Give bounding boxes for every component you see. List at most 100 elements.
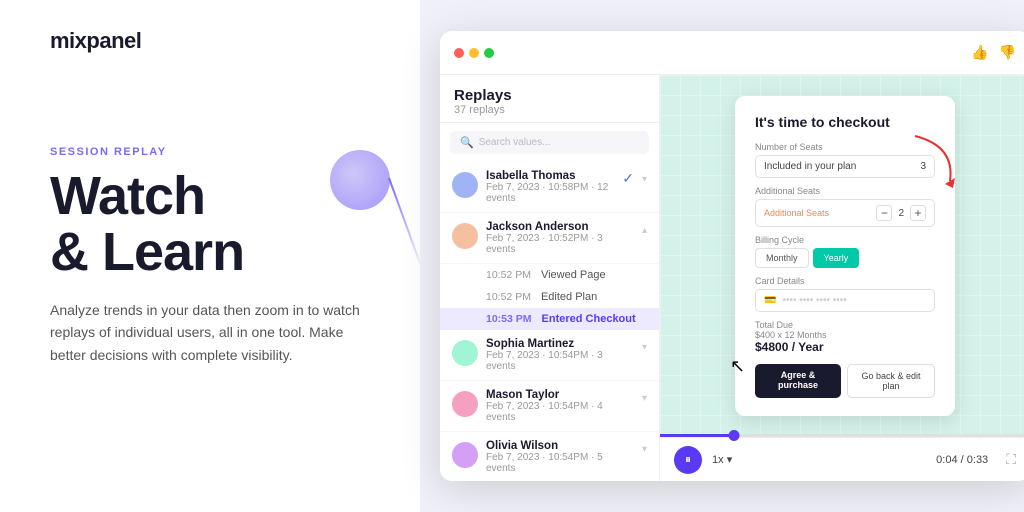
replay-item-mason[interactable]: Mason Taylor Feb 7, 2023 · 10:54PM · 4 e…: [440, 381, 659, 432]
chevron-down-icon: ▾: [642, 174, 647, 185]
replay-name: Mason Taylor: [486, 389, 634, 401]
go-back-button[interactable]: Go back & edit plan: [847, 364, 935, 398]
replay-name: Jackson Anderson: [486, 221, 634, 233]
total-time: 0:33: [967, 454, 988, 466]
replays-sidebar: Replays 37 replays 🔍 Search values... Is…: [440, 75, 660, 481]
hero-description: Analyze trends in your data then zoom in…: [50, 299, 370, 366]
decorative-circle: [330, 150, 390, 210]
decorative-line: [388, 178, 424, 273]
maximize-dot: [484, 48, 494, 58]
checkout-card: It's time to checkout Number of Seats In…: [735, 96, 955, 416]
avatar-isabella: [452, 172, 478, 198]
speed-control[interactable]: 1x ▾: [712, 453, 732, 466]
mockup-body: Replays 37 replays 🔍 Search values... Is…: [440, 75, 1024, 481]
replay-name: Olivia Wilson: [486, 440, 634, 452]
replay-meta: Feb 7, 2023 · 10:58PM · 12 events: [486, 182, 614, 204]
minimize-dot: [469, 48, 479, 58]
chevron-down-icon: ▾: [642, 342, 647, 353]
thumbs-up-icon[interactable]: 👍: [971, 44, 988, 61]
session-label: SESSION REPLAY: [50, 146, 370, 158]
logo: mixpanel: [50, 28, 141, 54]
close-dot: [454, 48, 464, 58]
topbar-icons: 👍 👎: [971, 44, 1016, 61]
replay-info-sophia: Sophia Martinez Feb 7, 2023 · 10:54PM · …: [486, 338, 634, 372]
avatar-mason: [452, 391, 478, 417]
window-controls: [454, 48, 494, 58]
chevron-down-icon: ▾: [642, 393, 647, 404]
total-calculation: $400 x 12 Months: [755, 330, 935, 340]
speed-value: 1x: [712, 454, 724, 466]
billing-monthly[interactable]: Monthly: [755, 248, 809, 268]
card-label: Card Details: [755, 276, 935, 286]
total-section: Total Due $400 x 12 Months $4800 / Year: [755, 320, 935, 354]
replay-item-jackson[interactable]: Jackson Anderson Feb 7, 2023 · 10:52PM ·…: [440, 213, 659, 264]
seats-included: Included in your plan: [764, 161, 856, 172]
replay-meta: Feb 7, 2023 · 10:54PM · 3 events: [486, 350, 634, 372]
current-time: 0:04: [936, 454, 957, 466]
replay-meta: Feb 7, 2023 · 10:54PM · 5 events: [486, 452, 634, 474]
total-price: $4800 / Year: [755, 340, 935, 354]
search-bar[interactable]: 🔍 Search values...: [450, 131, 649, 154]
stepper-value: 2: [898, 208, 904, 219]
check-icon: ✓: [622, 170, 634, 187]
checkout-actions: Agree & purchase Go back & edit plan: [755, 364, 935, 398]
billing-options: Monthly Yearly: [755, 248, 935, 268]
hero-title: Watch & Learn: [50, 168, 370, 281]
fullscreen-button[interactable]: ⛶: [1006, 451, 1016, 468]
event-label: Viewed Page: [541, 269, 606, 281]
replay-meta: Feb 7, 2023 · 10:52PM · 3 events: [486, 233, 634, 255]
avatar-sophia: [452, 340, 478, 366]
mockup-window: 👍 👎 Replays 37 replays 🔍 Search values..…: [440, 31, 1024, 481]
session-events: 10:52 PM Viewed Page 10:52 PM Edited Pla…: [440, 264, 659, 330]
replays-count: 37 replays: [454, 104, 645, 116]
pause-button[interactable]: ⏸: [674, 446, 702, 474]
additional-seats-text: Additional Seats: [764, 208, 829, 218]
total-label: Total Due: [755, 320, 935, 330]
progress-fill: [660, 434, 734, 437]
event-entered-checkout[interactable]: 10:53 PM Entered Checkout: [440, 308, 659, 330]
event-label: Entered Checkout: [542, 313, 636, 325]
speed-chevron: ▾: [727, 454, 733, 466]
progress-indicator: [729, 430, 740, 441]
playback-time: 0:04 / 0:33: [936, 454, 988, 466]
avatar-jackson: [452, 223, 478, 249]
event-edited-plan[interactable]: 10:52 PM Edited Plan: [440, 286, 659, 308]
search-icon: 🔍: [460, 136, 474, 149]
chevron-up-icon: ▴: [642, 225, 647, 236]
event-time: 10:52 PM: [486, 291, 531, 303]
replay-info-olivia: Olivia Wilson Feb 7, 2023 · 10:54PM · 5 …: [486, 440, 634, 474]
stepper-plus[interactable]: +: [910, 205, 926, 221]
cursor-icon: ↖: [730, 356, 745, 377]
replay-viewer: It's time to checkout Number of Seats In…: [660, 75, 1024, 481]
replay-info-jackson: Jackson Anderson Feb 7, 2023 · 10:52PM ·…: [486, 221, 634, 255]
event-label: Edited Plan: [541, 291, 597, 303]
event-time: 10:53 PM: [486, 313, 532, 325]
replay-content: It's time to checkout Number of Seats In…: [660, 75, 1024, 437]
search-placeholder: Search values...: [479, 137, 551, 148]
replay-name: Isabella Thomas: [486, 170, 614, 182]
event-viewed-page[interactable]: 10:52 PM Viewed Page: [440, 264, 659, 286]
billing-label: Billing Cycle: [755, 235, 935, 245]
card-placeholder: •••• •••• •••• ••••: [782, 295, 846, 306]
sidebar-header: Replays 37 replays: [440, 75, 659, 123]
replay-item-sophia[interactable]: Sophia Martinez Feb 7, 2023 · 10:54PM · …: [440, 330, 659, 381]
replay-meta: Feb 7, 2023 · 10:54PM · 4 events: [486, 401, 634, 423]
replays-title: Replays: [454, 87, 645, 104]
agree-purchase-button[interactable]: Agree & purchase: [755, 364, 841, 398]
billing-yearly[interactable]: Yearly: [813, 248, 860, 268]
thumbs-down-icon[interactable]: 👎: [999, 44, 1016, 61]
card-field[interactable]: 💳 •••• •••• •••• ••••: [755, 289, 935, 312]
annotation-arrow: [905, 126, 965, 201]
replay-controls: ⏸ 1x ▾ 0:04 / 0:33 ⛶: [660, 437, 1024, 481]
card-icon: 💳: [764, 295, 776, 306]
additional-field: Additional Seats − 2 +: [755, 199, 935, 227]
replay-info-isabella: Isabella Thomas Feb 7, 2023 · 10:58PM · …: [486, 170, 614, 204]
avatar-olivia: [452, 442, 478, 468]
progress-bar[interactable]: [660, 434, 1024, 437]
stepper: − 2 +: [876, 205, 926, 221]
replay-item-isabella[interactable]: Isabella Thomas Feb 7, 2023 · 10:58PM · …: [440, 162, 659, 213]
replay-item-olivia[interactable]: Olivia Wilson Feb 7, 2023 · 10:54PM · 5 …: [440, 432, 659, 481]
stepper-minus[interactable]: −: [876, 205, 892, 221]
replay-info-mason: Mason Taylor Feb 7, 2023 · 10:54PM · 4 e…: [486, 389, 634, 423]
event-time: 10:52 PM: [486, 269, 531, 281]
